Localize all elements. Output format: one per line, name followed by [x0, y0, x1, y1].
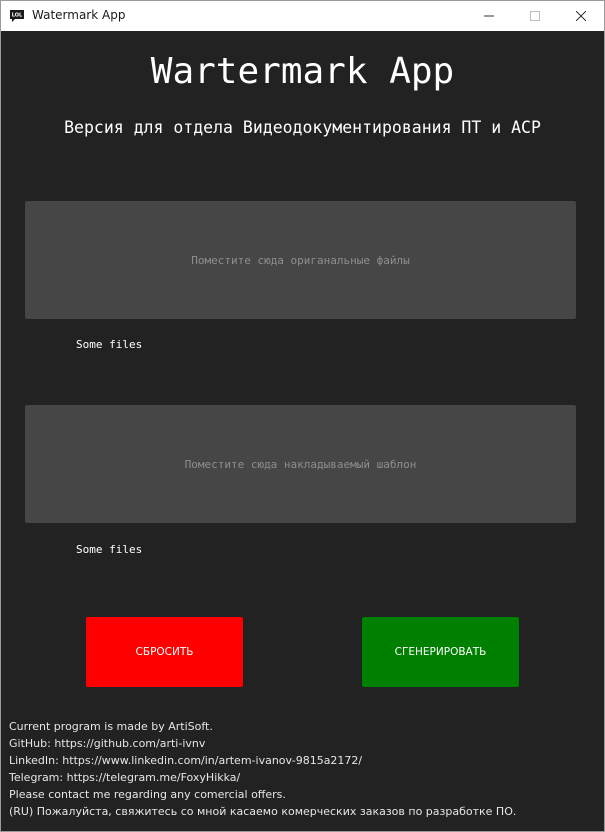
originals-dropzone[interactable]: Поместите сюда ориганальные файлы	[25, 201, 576, 319]
title-bar[interactable]: LOL Watermark App	[1, 1, 604, 31]
originals-files-label: Some files	[76, 338, 143, 351]
generate-button[interactable]: СГЕНЕРИРОВАТЬ	[362, 617, 519, 687]
close-icon	[576, 11, 586, 21]
minimize-button[interactable]	[466, 1, 512, 31]
app-heading: Wartermark App	[150, 51, 455, 92]
maximize-button[interactable]	[512, 1, 558, 31]
footer-contact-note-ru: (RU) Пожалуйста, свяжитесь со мной касае…	[9, 805, 517, 818]
template-dropzone[interactable]: Поместите сюда накладываемый шаблон	[25, 405, 576, 523]
reset-button-label: СБРОСИТЬ	[135, 646, 194, 658]
app-logo-icon: LOL	[10, 10, 24, 22]
svg-text:LOL: LOL	[12, 13, 23, 19]
maximize-icon	[530, 11, 540, 21]
close-button[interactable]	[558, 1, 604, 31]
generate-button-label: СГЕНЕРИРОВАТЬ	[394, 646, 487, 658]
reset-button[interactable]: СБРОСИТЬ	[86, 617, 243, 687]
app-subtitle: Версия для отдела Видеодокументирования …	[64, 118, 541, 137]
app-window: LOL Watermark App Wartermark App Версия …	[0, 0, 605, 832]
minimize-icon	[484, 15, 494, 17]
originals-dropzone-placeholder: Поместите сюда ориганальные файлы	[191, 253, 410, 267]
window-title: Watermark App	[32, 8, 126, 22]
footer-info: Current program is made by ArtiSoft. Git…	[9, 718, 599, 820]
footer-linkedin: LinkedIn: https://www.linkedin.com/in/ar…	[9, 754, 363, 767]
footer-credit: Current program is made by ArtiSoft.	[9, 720, 213, 733]
footer-telegram: Telegram: https://telegram.me/FoxyHikka/	[9, 771, 241, 784]
template-files-label: Some files	[76, 543, 143, 556]
footer-github: GitHub: https://github.com/arti-ivnv	[9, 737, 206, 750]
footer-contact-note: Please contact me regarding any comercia…	[9, 788, 286, 801]
template-dropzone-placeholder: Поместите сюда накладываемый шаблон	[184, 457, 417, 471]
